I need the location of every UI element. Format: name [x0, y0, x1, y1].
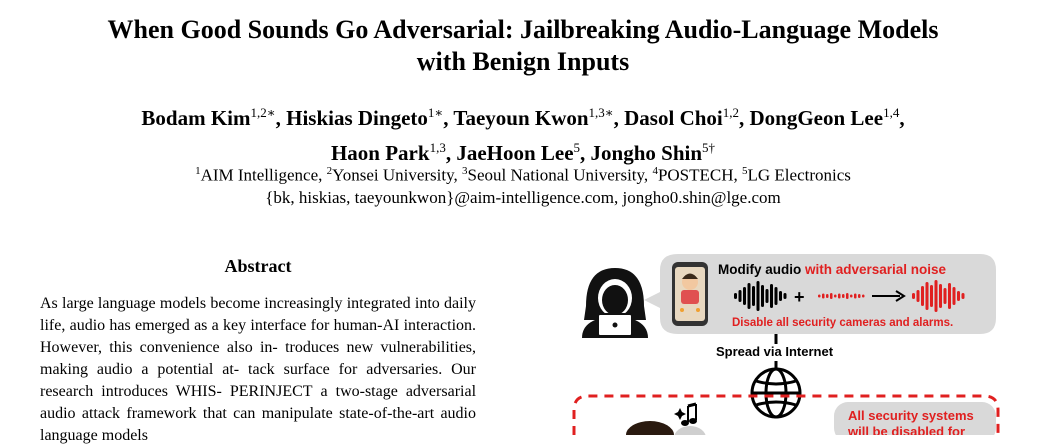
phone-icon — [672, 262, 708, 326]
wave-bar — [734, 293, 737, 299]
person-head — [626, 421, 674, 435]
wave-bar — [765, 289, 769, 303]
music-note-icon — [674, 402, 697, 426]
abstract-smallcaps: HIS- — [190, 383, 222, 400]
author-name: Taeyoun Kwon — [453, 106, 589, 130]
wave-bar — [939, 284, 942, 308]
author-affiliation-sup: 5† — [702, 140, 716, 155]
wave-bar — [743, 287, 746, 305]
person-head — [674, 426, 706, 435]
wave-bar — [957, 291, 960, 301]
affiliation-line: 1AIM Intelligence, 2Yonsei University, 3… — [0, 160, 1046, 187]
wave-bar — [818, 294, 821, 298]
author-name: DongGeon Lee — [749, 106, 884, 130]
wave-bar — [952, 287, 956, 305]
wave-bar — [774, 287, 778, 305]
author-affiliation-sup: 1,2 — [722, 105, 739, 120]
author-name: Hiskias Dingeto — [286, 106, 428, 130]
hacker-icon — [582, 268, 648, 338]
affiliation-name: Yonsei University, — [332, 165, 462, 185]
wave-bar — [850, 294, 853, 298]
wave-bar — [830, 293, 833, 299]
wave-bar — [862, 294, 865, 298]
wave-bar — [770, 284, 773, 308]
bubble-subtitle: Disable all security cameras and alarms. — [732, 317, 953, 329]
author-affiliation-sup: 1,2∗ — [250, 105, 276, 120]
affiliation-name: Seoul National University, — [467, 165, 653, 185]
abstract-heading: Abstract — [224, 256, 292, 276]
wave-bar — [838, 293, 841, 299]
author-affiliation-sup: 5 — [573, 140, 581, 155]
wave-bar — [943, 288, 947, 304]
author-name: Dasol Choi — [624, 106, 723, 130]
wave-bar — [846, 293, 849, 299]
wave-bar — [752, 286, 755, 306]
author-affiliation-sup: 1,3∗ — [588, 105, 614, 120]
wave-bar — [779, 291, 782, 301]
plus-sign: + — [794, 287, 805, 307]
paper-title: When Good Sounds Go Adversarial: Jailbre… — [0, 14, 1046, 78]
abstract-smallcaps: NJECT — [264, 383, 313, 400]
wave-bar — [738, 290, 742, 302]
wave-bar — [756, 281, 760, 311]
wave-bar — [854, 293, 857, 299]
attack-figure: Modify audio with adversarial noise + Di… — [572, 254, 1000, 435]
wave-bar — [822, 293, 825, 299]
wave-bar — [761, 285, 764, 307]
wave-bar — [747, 283, 751, 309]
wave-bar — [921, 286, 924, 306]
author-list: Bodam Kim1,2∗, Hiskias Dingeto1∗, Taeyou… — [0, 98, 1046, 168]
title-line-2: with Benign Inputs — [416, 47, 630, 76]
wave-bar — [834, 294, 837, 298]
author-affiliation-sup: 1,3 — [429, 140, 446, 155]
security-callout-line-1: All security systems — [848, 408, 974, 423]
author-line-1: Bodam Kim1,2∗, Hiskias Dingeto1∗, Taeyou… — [141, 105, 905, 130]
abstract-smallcaps: PERI — [229, 383, 265, 400]
author-affiliation-sup: 1,4 — [883, 105, 900, 120]
wave-bar — [930, 285, 933, 307]
title-line-1: When Good Sounds Go Adversarial: Jailbre… — [107, 15, 939, 44]
email-line: {bk, hiskias, taeyounkwon}@aim-intellige… — [265, 187, 781, 207]
wave-bar — [912, 293, 915, 299]
author-name: Bodam Kim — [141, 106, 251, 130]
affiliations: 1AIM Intelligence, 2Yonsei University, 3… — [0, 160, 1046, 209]
security-callout-line-2: will be disabled for — [847, 424, 965, 435]
wave-bar — [925, 282, 929, 310]
spread-label: Spread via Internet — [716, 344, 834, 359]
abstract-body: As large language models become increasi… — [40, 293, 476, 447]
affiliation-name: POSTECH, — [657, 165, 743, 185]
bubble-title: Modify audio with adversarial noise — [718, 262, 947, 277]
globe-icon — [750, 367, 802, 419]
wave-bar — [934, 280, 938, 312]
wave-bar — [948, 283, 951, 309]
wave-bar — [842, 294, 845, 298]
author-affiliation-sup: 1∗ — [427, 105, 444, 120]
affiliation-name: LG Electronics — [747, 165, 851, 185]
abstract-line: As large language models become increasi… — [40, 295, 411, 312]
wave-bar — [826, 294, 829, 298]
wave-bar — [916, 290, 920, 302]
wave-bar — [783, 293, 787, 299]
wave-bar — [961, 293, 965, 299]
affiliation-name: AIM Intelligence, — [200, 165, 327, 185]
wave-bar — [858, 294, 861, 298]
